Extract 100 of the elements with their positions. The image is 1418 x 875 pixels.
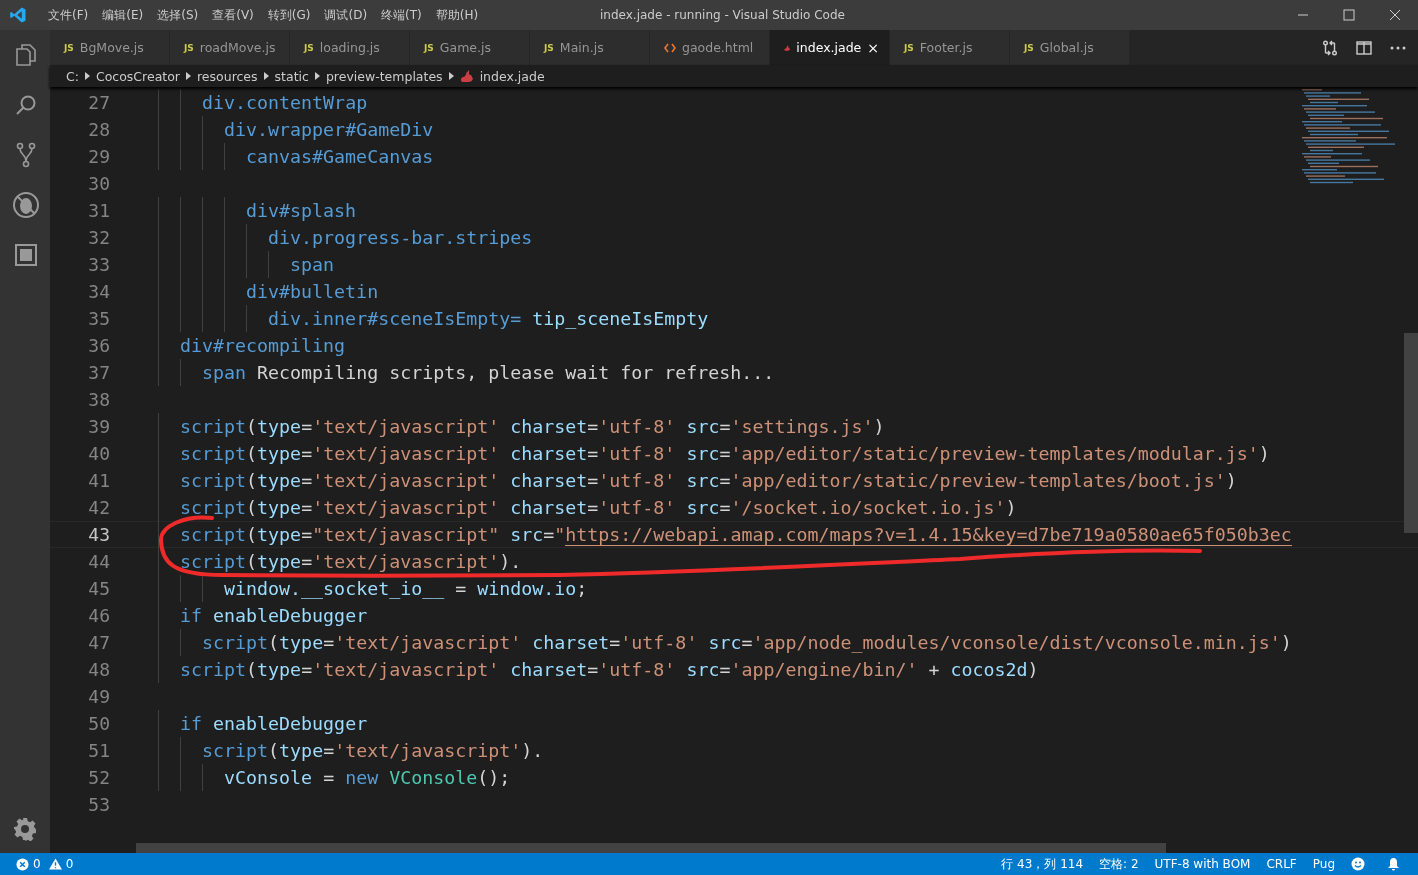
code-line: div.progress-bar.stripes: [268, 227, 533, 248]
warning-count[interactable]: 0: [65, 857, 74, 871]
maximize-icon[interactable]: [1343, 9, 1355, 21]
line-number: 46: [87, 605, 110, 626]
compare-changes-icon[interactable]: [1322, 39, 1338, 56]
menu-item[interactable]: 文件(F): [41, 6, 96, 24]
line-number: 32: [87, 227, 110, 248]
menu-item[interactable]: 选择(S): [150, 6, 206, 24]
js-file-icon: JS: [64, 42, 74, 53]
editor-tab[interactable]: JS Global.js: [1010, 30, 1130, 65]
line-number: 41: [87, 470, 110, 491]
chevron-right-icon: [263, 72, 269, 80]
code-brackets-icon: [664, 42, 676, 53]
code-line: span Recompiling scripts, please wait for refresh...: [202, 362, 775, 383]
code-line: script(type='text/javascript').: [202, 740, 544, 761]
scrollbar-thumb[interactable]: [136, 843, 1166, 853]
code-line: script(type='text/javascript').: [180, 551, 522, 572]
chevron-right-icon: [314, 72, 320, 80]
files-icon[interactable]: [14, 43, 38, 67]
breadcrumb-item[interactable]: preview-templates: [325, 68, 443, 84]
menu-item[interactable]: 查看(V): [205, 6, 261, 24]
breadcrumb-item[interactable]: CocosCreator: [95, 68, 180, 84]
close-icon[interactable]: [1389, 9, 1401, 21]
line-number: 40: [87, 443, 110, 464]
line-number: 51: [87, 740, 110, 761]
menu-item[interactable]: 帮助(H): [428, 6, 486, 24]
line-number: 34: [87, 281, 110, 302]
chevron-right-icon: [186, 72, 191, 80]
search-icon[interactable]: [14, 93, 38, 117]
menu-item[interactable]: 转到(G): [260, 6, 318, 24]
extensions-icon[interactable]: [14, 243, 38, 267]
warning-icon[interactable]: [48, 858, 62, 870]
code-line: script(type='text/javascript' charset='utf-8' src='app/engine/bin/' + cocos2d): [180, 659, 1039, 680]
status-item[interactable]: 空格: 2: [1099, 855, 1139, 873]
breadcrumb-item[interactable]: C:: [66, 68, 79, 84]
settings-icon[interactable]: [13, 817, 37, 841]
code-line: div#bulletin: [246, 281, 379, 302]
chevron-right-icon: [448, 72, 454, 80]
editor-tab[interactable]: JS BgMove.js: [50, 30, 170, 65]
code-line: script(type='text/javascript' charset='utf-8' src='settings.js'): [180, 416, 885, 437]
breadcrumb-item[interactable]: resources: [197, 68, 258, 84]
line-number: 28: [87, 119, 110, 140]
code-line: script(type='text/javascript' charset='utf-8' src='app/editor/static/preview-templates/boot.js'): [180, 470, 1237, 491]
status-item[interactable]: UTF-8 with BOM: [1154, 857, 1251, 871]
breadcrumb-item[interactable]: index.jade: [479, 68, 545, 84]
editor-tab[interactable]: JS Game.js: [410, 30, 530, 65]
status-item[interactable]: CRLF: [1266, 857, 1297, 871]
error-icon[interactable]: [16, 857, 29, 871]
line-number: 50: [87, 713, 110, 734]
code-line: script(type='text/javascript' charset='utf-8' src='app/editor/static/preview-templates/modular.js'): [180, 443, 1270, 464]
editor-tab[interactable]: gaode.html: [650, 30, 770, 65]
editor-tab[interactable]: JS roadMove.js: [170, 30, 290, 65]
source-control-icon[interactable]: [14, 142, 38, 168]
code-line: div.inner#sceneIsEmpty= tip_sceneIsEmpty: [268, 308, 709, 329]
line-number: 44: [87, 551, 110, 572]
line-number: 35: [87, 308, 110, 329]
js-file-icon: JS: [424, 42, 434, 53]
line-number: 49: [87, 686, 110, 707]
status-item[interactable]: Pug: [1312, 857, 1335, 871]
line-number: 27: [87, 92, 110, 113]
line-number: 38: [87, 389, 110, 410]
app-logo-icon: [9, 6, 27, 24]
bell-icon[interactable]: [1387, 857, 1400, 871]
line-number: 43: [87, 524, 110, 545]
menu-item[interactable]: 终端(T): [374, 6, 429, 24]
code-line: if enableDebugger: [180, 713, 368, 734]
code-line: script(type='text/javascript' charset='utf-8' src='/socket.io/socket.io.js'): [180, 497, 1017, 518]
js-file-icon: JS: [184, 42, 194, 53]
code-line: span: [290, 254, 335, 275]
code-line: script(type='text/javascript' charset='utf-8' src='app/node_modules/vconsole/dist/vconsole.min.js'): [202, 632, 1292, 653]
code-line: div#recompiling: [180, 335, 346, 356]
close-tab-button[interactable]: ×: [867, 39, 879, 56]
smiley-icon[interactable]: [1351, 857, 1365, 871]
line-number: 33: [87, 254, 110, 275]
editor-tab[interactable]: JS Main.js: [530, 30, 650, 65]
line-number: 29: [87, 146, 110, 167]
no-bug-icon[interactable]: [12, 191, 40, 219]
editor-tab[interactable]: JS Footer.js: [890, 30, 1010, 65]
menu-item[interactable]: 编辑(E): [95, 6, 151, 24]
line-number: 37: [87, 362, 110, 383]
scrollbar-thumb[interactable]: [1404, 333, 1418, 533]
js-file-icon: JS: [904, 42, 914, 53]
breadcrumb-item[interactable]: static: [274, 68, 309, 84]
code-line: window.__socket_io__ = window.io;: [224, 578, 588, 599]
line-number: 42: [87, 497, 110, 518]
code-line: div.contentWrap: [202, 92, 368, 113]
code-line: canvas#GameCanvas: [246, 146, 434, 167]
code-line: div#splash: [246, 200, 357, 221]
menu-item[interactable]: 调试(D): [317, 6, 375, 24]
split-editor-icon[interactable]: [1356, 40, 1372, 55]
js-file-icon: JS: [544, 42, 554, 53]
editor-tab[interactable]: index.jade ×: [770, 30, 890, 65]
line-number: 45: [87, 578, 110, 599]
editor-tab[interactable]: JS loading.js: [290, 30, 410, 65]
status-item[interactable]: 行 43，列 114: [1001, 855, 1084, 873]
line-number: 39: [87, 416, 110, 437]
code-line: vConsole = new VConsole();: [224, 767, 511, 788]
more-actions-icon[interactable]: [1390, 45, 1406, 50]
line-number: 31: [87, 200, 110, 221]
error-count[interactable]: 0: [33, 857, 41, 871]
